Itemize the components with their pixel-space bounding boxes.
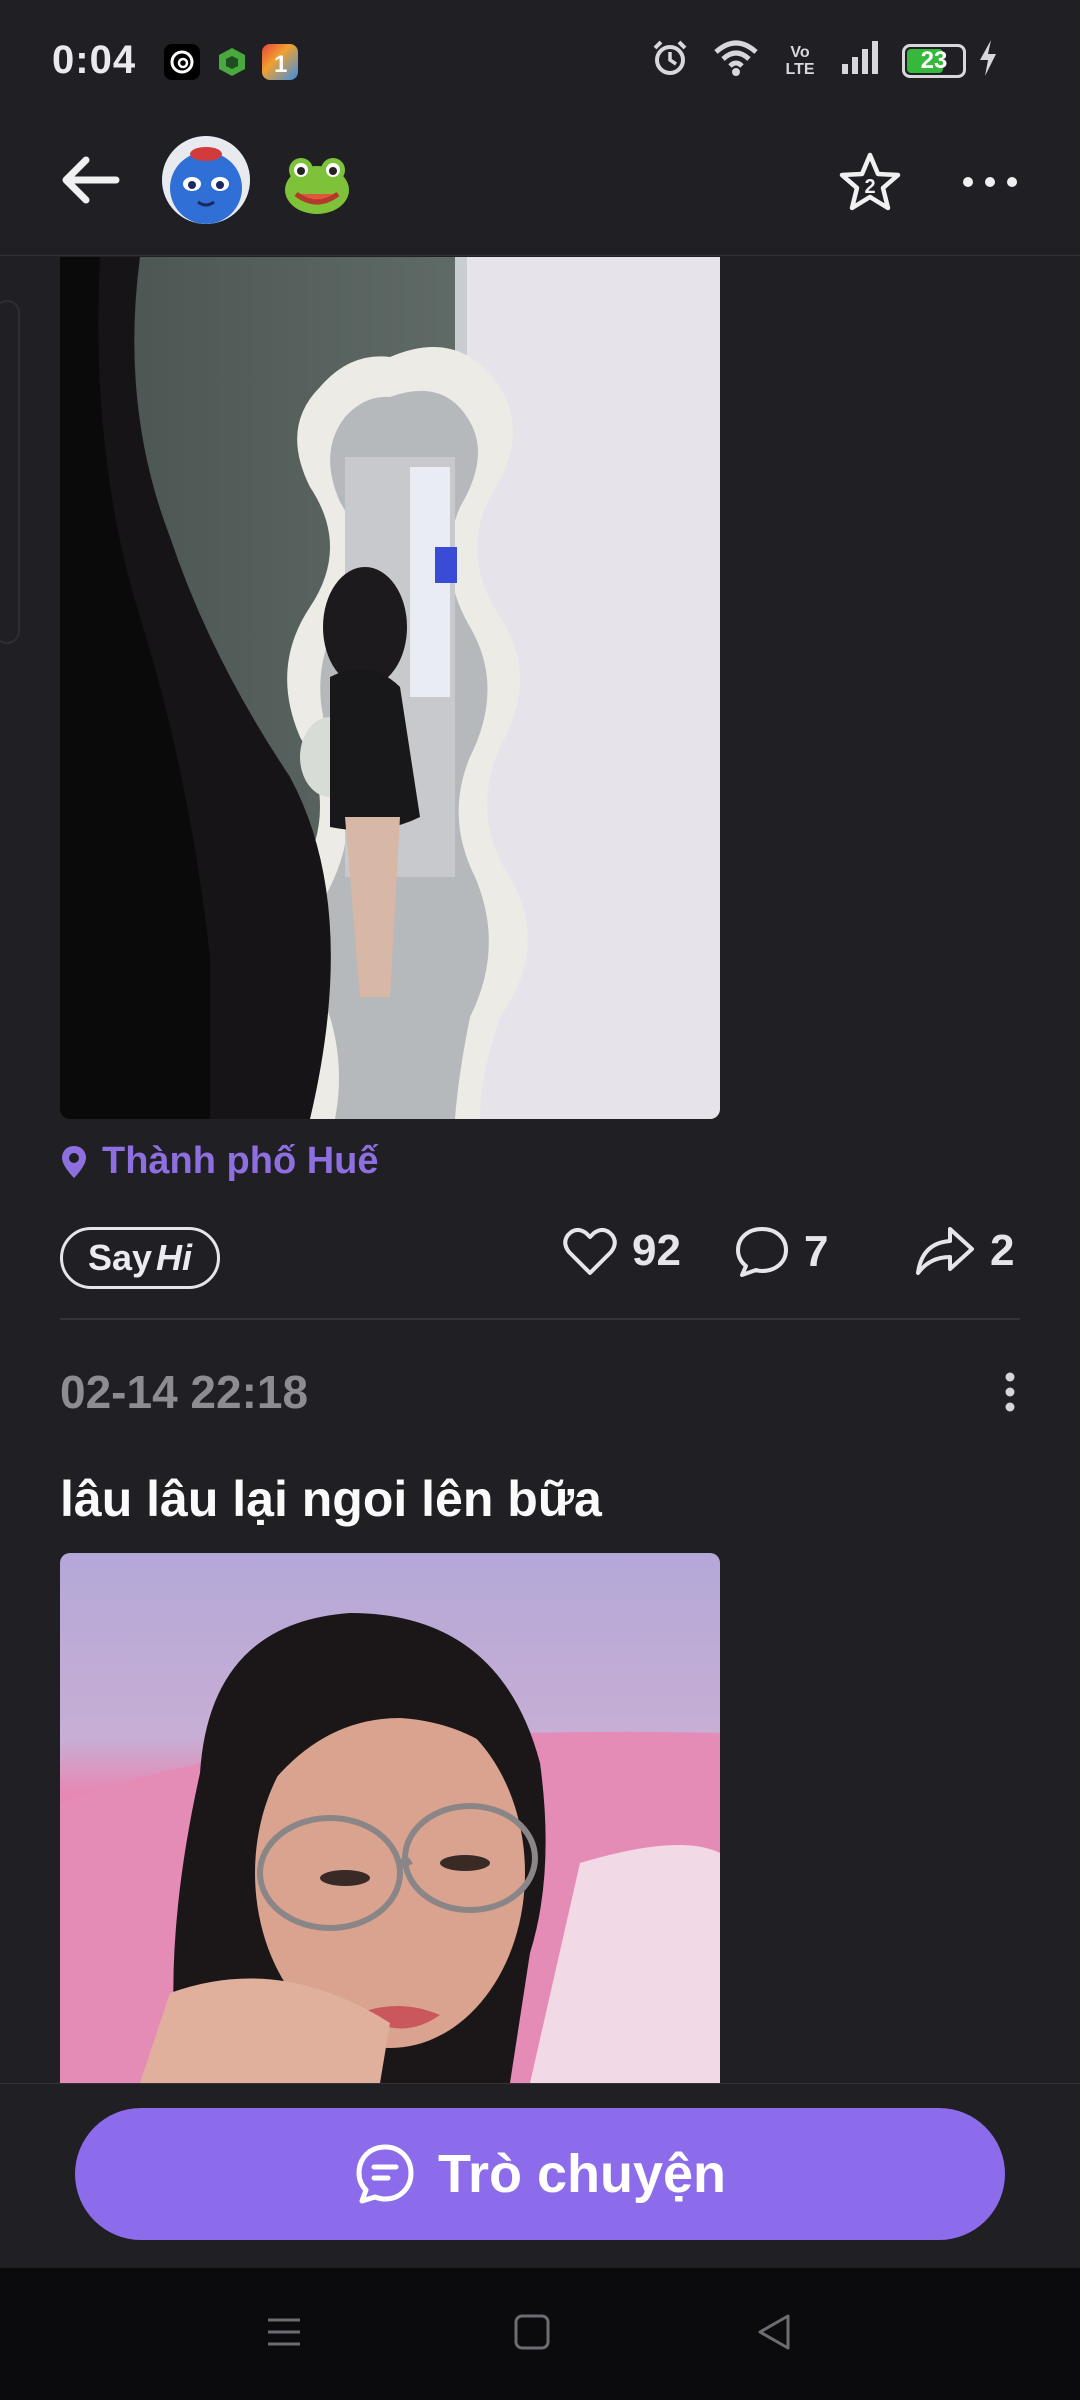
back-button[interactable]	[56, 150, 126, 215]
post-photo[interactable]	[60, 257, 720, 1119]
volte-icon: Vo LTE	[785, 43, 815, 78]
say-hi-hi: Hi	[156, 1237, 193, 1278]
share-count: 2	[990, 1226, 1015, 1275]
status-bar: 0:04 1 Vo LTE 23	[0, 0, 1080, 125]
app-icon	[214, 44, 250, 80]
arrow-left-icon	[62, 156, 120, 204]
charging-icon	[976, 38, 1000, 83]
svg-text:1: 1	[274, 51, 287, 78]
post-divider	[60, 1318, 1020, 1320]
post-text: lâu lâu lại ngoi lên bữa	[60, 1471, 602, 1527]
menu-icon	[268, 2318, 300, 2346]
profile-header	[0, 125, 1080, 256]
recent-apps-button[interactable]	[264, 2312, 304, 2357]
more-vertical-icon	[1005, 1372, 1015, 1412]
edge-handle[interactable]	[0, 300, 20, 644]
app-icon: 1	[262, 44, 298, 80]
status-time: 0:04	[52, 38, 137, 82]
avatar[interactable]	[162, 136, 250, 224]
comment-button[interactable]: 7	[734, 1225, 828, 1279]
comment-count: 7	[804, 1227, 829, 1276]
post-location[interactable]: Thành phố Huế	[60, 1140, 379, 1183]
share-button[interactable]: 2	[914, 1225, 1014, 1277]
say-hi-say: Say	[87, 1237, 153, 1278]
chat-button-label: Trò chuyện	[437, 2144, 727, 2204]
like-button[interactable]: 92	[562, 1225, 681, 1277]
chat-button[interactable]: Trò chuyện	[75, 2108, 1005, 2240]
chat-icon	[356, 2144, 414, 2204]
like-count: 92	[632, 1226, 681, 1275]
signal-icon	[840, 40, 880, 81]
home-square-icon	[514, 2314, 550, 2350]
system-back-button[interactable]	[754, 2312, 794, 2357]
battery-icon: 23	[902, 43, 966, 78]
system-nav-bar	[0, 2268, 1080, 2400]
alarm-icon	[650, 38, 690, 83]
svg-text:2: 2	[864, 176, 875, 198]
share-icon	[916, 1227, 974, 1275]
home-button[interactable]	[512, 2312, 552, 2357]
location-pin-icon	[62, 1145, 86, 1178]
post-photo[interactable]	[60, 1553, 720, 2083]
status-icons: Vo LTE 23	[650, 38, 1000, 83]
say-hi-button[interactable]: Say Hi	[60, 1227, 220, 1289]
comment-icon	[736, 1227, 788, 1277]
favorite-button[interactable]: 2	[838, 150, 902, 214]
more-options-button[interactable]	[960, 170, 1020, 194]
more-horizontal-icon	[963, 177, 1017, 187]
heart-icon	[563, 1228, 617, 1275]
star-icon: 2	[839, 152, 901, 211]
post-menu-button[interactable]	[1000, 1372, 1020, 1412]
frog-emoji	[282, 148, 352, 234]
location-label: Thành phố Huế	[102, 1140, 379, 1182]
threads-icon	[164, 44, 200, 80]
back-triangle-icon	[758, 2314, 790, 2350]
post-timestamp: 02-14 22:18	[60, 1366, 309, 1418]
battery-level: 23	[920, 46, 948, 74]
wifi-icon	[712, 38, 760, 83]
